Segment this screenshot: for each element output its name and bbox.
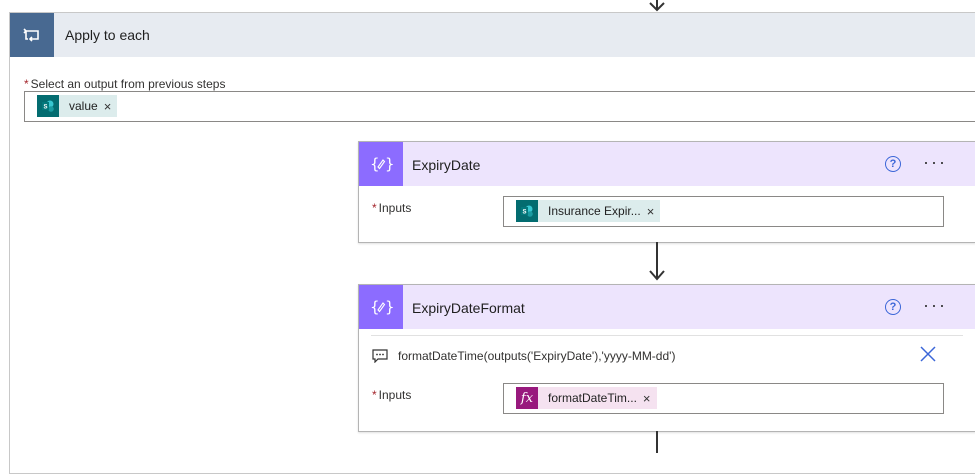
expiry-date-format-card-header[interactable]: { } ExpiryDateFormat ? ··· bbox=[359, 285, 975, 329]
remove-insurance-expiry-token-button[interactable]: × bbox=[647, 204, 661, 219]
top-connector-arrow-icon bbox=[649, 0, 665, 12]
help-icon[interactable]: ? bbox=[885, 299, 901, 315]
divider bbox=[371, 335, 963, 336]
compose-icon: { } bbox=[359, 142, 403, 186]
fx-icon: fx bbox=[516, 387, 538, 409]
value-token[interactable]: S value × bbox=[37, 95, 118, 117]
select-output-label: * Select an output from previous steps bbox=[24, 77, 225, 91]
svg-text:}: } bbox=[385, 298, 393, 316]
required-marker: * bbox=[372, 201, 377, 215]
svg-text:S: S bbox=[43, 105, 47, 111]
compose-icon: { } bbox=[359, 285, 403, 329]
expiry-date-format-title: ExpiryDateFormat bbox=[412, 300, 525, 316]
insurance-expiry-token-label: Insurance Expir... bbox=[548, 204, 641, 218]
apply-to-each-title: Apply to each bbox=[65, 27, 150, 43]
format-date-time-token[interactable]: fx formatDateTim... × bbox=[516, 387, 657, 409]
svg-text:{: { bbox=[370, 155, 380, 173]
select-output-label-text: Select an output from previous steps bbox=[30, 77, 226, 91]
close-icon[interactable] bbox=[919, 345, 937, 363]
expiry-date-format-card: { } ExpiryDateFormat ? ··· formatDateTim… bbox=[358, 284, 975, 432]
sharepoint-icon: S bbox=[37, 95, 59, 117]
sharepoint-icon: S bbox=[516, 200, 538, 222]
inputs-label-text: Inputs bbox=[378, 201, 412, 215]
required-marker: * bbox=[24, 77, 29, 91]
inputs-label-text: Inputs bbox=[378, 388, 412, 402]
insurance-expiry-token[interactable]: S Insurance Expir... × bbox=[516, 200, 661, 222]
svg-text:S: S bbox=[522, 210, 526, 216]
more-options-icon[interactable]: ··· bbox=[923, 152, 947, 173]
format-date-time-token-label: formatDateTim... bbox=[548, 391, 637, 405]
connector-arrow-icon bbox=[649, 270, 665, 281]
expiry-date-card: { } ExpiryDate ? ··· *Inputs S Insurance… bbox=[358, 141, 975, 243]
expiry-date-inputs-field[interactable]: S Insurance Expir... × bbox=[503, 196, 944, 227]
apply-to-each-header[interactable]: Apply to each bbox=[10, 13, 975, 57]
select-output-field[interactable]: S value × bbox=[24, 91, 975, 122]
loop-icon bbox=[10, 13, 54, 57]
inputs-label: * Inputs bbox=[372, 201, 411, 215]
svg-text:}: } bbox=[385, 155, 393, 173]
value-token-label: value bbox=[69, 99, 98, 113]
remove-value-token-button[interactable]: × bbox=[104, 99, 118, 114]
expression-row: formatDateTime(outputs('ExpiryDate'),'yy… bbox=[372, 349, 675, 363]
remove-format-date-time-token-button[interactable]: × bbox=[643, 391, 657, 406]
comment-icon bbox=[372, 349, 388, 363]
expression-text: formatDateTime(outputs('ExpiryDate'),'yy… bbox=[398, 349, 676, 363]
expiry-date-card-header[interactable]: { } ExpiryDate ? ··· bbox=[359, 142, 975, 186]
expiry-date-title: ExpiryDate bbox=[412, 157, 481, 173]
connector-line bbox=[656, 431, 658, 453]
more-options-icon[interactable]: ··· bbox=[923, 295, 947, 316]
inputs-label: * Inputs bbox=[372, 388, 411, 402]
help-icon[interactable]: ? bbox=[885, 156, 901, 172]
expiry-date-format-inputs-field[interactable]: fx formatDateTim... × bbox=[503, 383, 944, 414]
required-marker: * bbox=[372, 388, 377, 402]
svg-text:{: { bbox=[370, 298, 380, 316]
